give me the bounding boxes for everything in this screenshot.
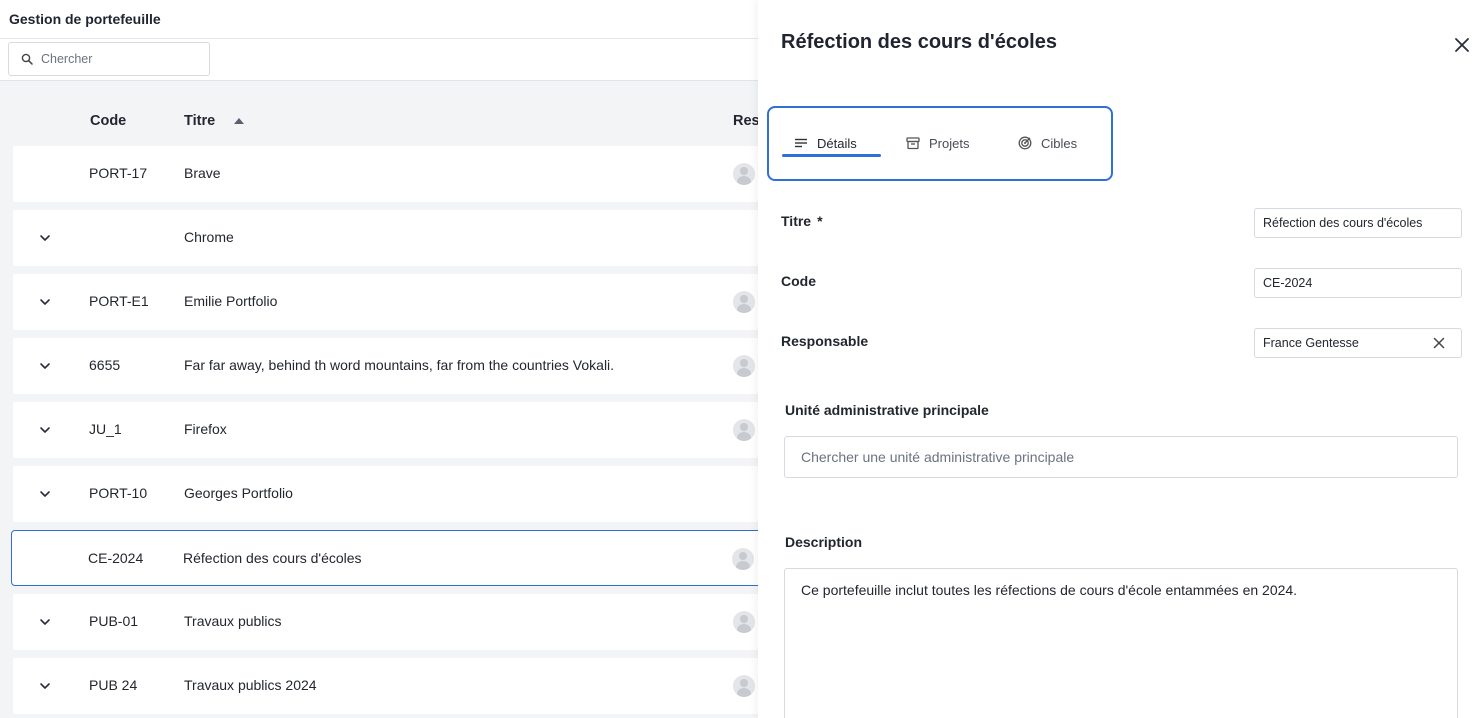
table-body: PORT-17 Brave Chrome PORT-E1 Emilie Portfoli… bbox=[11, 146, 758, 718]
row-title: Firefox bbox=[184, 421, 227, 437]
title-label-text: Titre bbox=[781, 213, 812, 229]
row-title: Réfection des cours d'écoles bbox=[183, 550, 362, 566]
tab-details-label: Détails bbox=[817, 135, 857, 151]
portfolio-list-panel: Gestion de portefeuille Code Titre Res P… bbox=[0, 0, 758, 718]
divider bbox=[0, 38, 758, 39]
code-field-label: Code bbox=[781, 273, 816, 289]
row-code: PUB-01 bbox=[89, 613, 139, 629]
required-mark: * bbox=[817, 213, 823, 229]
row-title: Far far away, behind th word mountains, … bbox=[184, 357, 615, 373]
responsible-field-label: Responsable bbox=[781, 333, 869, 349]
row-title: Travaux publics bbox=[184, 613, 282, 629]
row-title: Chrome bbox=[184, 229, 234, 245]
column-header-code[interactable]: Code bbox=[90, 113, 126, 129]
tab-projets-label: Projets bbox=[929, 135, 970, 151]
row-title: Emilie Portfolio bbox=[184, 293, 278, 309]
table-header: Code Titre Res bbox=[0, 100, 758, 144]
row-code: PORT-17 bbox=[89, 165, 148, 181]
page-title: Gestion de portefeuille bbox=[9, 11, 161, 27]
table-row[interactable]: PORT-E1 Emilie Portfolio bbox=[13, 274, 758, 330]
chevron-down-icon[interactable] bbox=[39, 296, 51, 308]
code-input[interactable]: CE-2024 bbox=[1254, 268, 1462, 298]
tab-projets[interactable]: Projets bbox=[906, 128, 969, 158]
lines-icon bbox=[795, 138, 807, 148]
row-code: PORT-10 bbox=[89, 485, 148, 501]
avatar bbox=[733, 419, 755, 441]
row-code: PUB 24 bbox=[89, 677, 138, 693]
avatar bbox=[733, 163, 755, 185]
description-value: Ce portefeuille inclut toutes les réfect… bbox=[801, 582, 1298, 598]
row-title: Travaux publics 2024 bbox=[184, 677, 317, 693]
column-header-responsible[interactable]: Res bbox=[733, 113, 758, 129]
active-tab-indicator bbox=[782, 154, 881, 157]
description-textarea[interactable]: Ce portefeuille inclut toutes les réfect… bbox=[784, 568, 1458, 718]
search-input[interactable] bbox=[41, 52, 191, 66]
table-row[interactable]: PORT-17 Brave bbox=[13, 146, 758, 202]
avatar bbox=[733, 291, 755, 313]
avatar bbox=[733, 675, 755, 697]
table-row[interactable]: PUB-01 Travaux publics bbox=[13, 594, 758, 650]
search-icon bbox=[21, 53, 33, 65]
table-row[interactable]: CE-2024 Réfection des cours d'écoles bbox=[11, 530, 758, 586]
details-drawer: Réfection des cours d'écoles Détails Pro… bbox=[758, 0, 1484, 718]
row-title: Brave bbox=[184, 165, 221, 181]
avatar bbox=[732, 548, 754, 570]
chevron-down-icon[interactable] bbox=[39, 360, 51, 372]
unit-section-label: Unité administrative principale bbox=[785, 402, 989, 418]
close-icon[interactable] bbox=[1454, 37, 1470, 53]
row-code: 6655 bbox=[89, 357, 121, 373]
responsible-value: France Gentesse bbox=[1263, 336, 1359, 350]
title-field-label: Titre * bbox=[781, 213, 823, 229]
tab-cibles[interactable]: Cibles bbox=[1018, 128, 1077, 158]
table-row[interactable]: 6655 Far far away, behind th word mountai… bbox=[13, 338, 758, 394]
chevron-down-icon[interactable] bbox=[39, 616, 51, 628]
archive-icon bbox=[906, 137, 920, 150]
chevron-down-icon[interactable] bbox=[39, 488, 51, 500]
drawer-title: Réfection des cours d'écoles bbox=[781, 31, 1057, 53]
search-box[interactable] bbox=[8, 42, 210, 76]
code-input-value: CE-2024 bbox=[1263, 276, 1313, 290]
title-input-value: Réfection des cours d'écoles bbox=[1263, 216, 1423, 230]
tab-cibles-label: Cibles bbox=[1041, 135, 1078, 151]
avatar bbox=[733, 355, 755, 377]
table-row[interactable]: JU_1 Firefox bbox=[13, 402, 758, 458]
row-code: CE-2024 bbox=[88, 550, 144, 566]
avatar bbox=[733, 611, 755, 633]
column-header-title[interactable]: Titre bbox=[184, 113, 215, 129]
sort-ascending-icon[interactable] bbox=[234, 118, 244, 124]
unit-placeholder: Chercher une unité administrative princi… bbox=[801, 449, 1075, 465]
row-code: PORT-E1 bbox=[89, 293, 149, 309]
row-title: Georges Portfolio bbox=[184, 485, 293, 501]
row-code: JU_1 bbox=[89, 421, 122, 437]
target-icon bbox=[1018, 136, 1032, 150]
description-section-label: Description bbox=[785, 534, 863, 550]
chevron-down-icon[interactable] bbox=[39, 232, 51, 244]
table-row[interactable]: PUB 24 Travaux publics 2024 bbox=[13, 658, 758, 714]
clear-icon[interactable] bbox=[1433, 337, 1445, 349]
unit-search-input[interactable]: Chercher une unité administrative princi… bbox=[784, 436, 1458, 478]
title-input[interactable]: Réfection des cours d'écoles bbox=[1254, 208, 1462, 238]
table-row[interactable]: Chrome bbox=[13, 210, 758, 266]
chevron-down-icon[interactable] bbox=[39, 424, 51, 436]
top-bar: Gestion de portefeuille bbox=[0, 0, 758, 81]
responsible-select[interactable]: France Gentesse bbox=[1254, 328, 1462, 358]
chevron-down-icon[interactable] bbox=[39, 680, 51, 692]
table-row[interactable]: PORT-10 Georges Portfolio bbox=[13, 466, 758, 522]
